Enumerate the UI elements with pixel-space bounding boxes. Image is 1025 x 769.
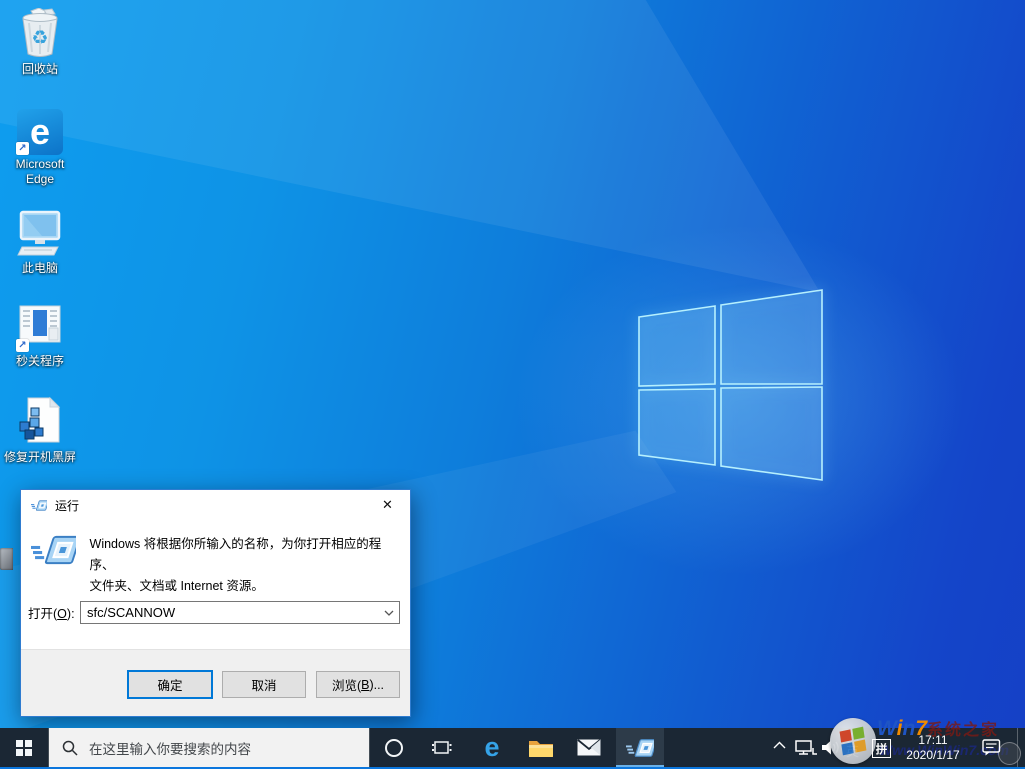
icon-label: Microsoft Edge [15,157,65,186]
search-icon [62,740,78,756]
desktop-icon-this-pc[interactable]: 此电脑 [4,207,76,276]
speaker-icon [822,740,839,755]
icon-label: 秒关程序 [15,354,64,368]
fix-file-icon [19,396,61,443]
close-icon[interactable]: ✕ [365,490,410,519]
file-explorer-button[interactable] [517,728,565,767]
network-tray-button[interactable] [795,740,817,756]
run-command-combobox[interactable]: sfc/SCANNOW [80,601,400,624]
icon-label: 修复开机黑屏 [4,450,77,464]
desktop-icon-app-shortcut[interactable]: ↗ 秒关程序 [4,300,76,369]
run-dialog-description: Windows 将根据你所输入的名称，为你打开相应的程序、 文件夹、文档或 In… [89,537,382,593]
cortana-icon [385,738,403,757]
run-dialog-body: Windows 将根据你所输入的名称，为你打开相应的程序、 文件夹、文档或 In… [21,520,410,650]
taskbar: 在这里输入你要搜索的内容 e 英 拼 17:11 2020/1/17 Win7系… [0,717,1025,767]
shortcut-arrow-icon: ↗ [16,142,29,155]
language-indicator[interactable]: 英 [846,741,859,760]
icon-label: 回收站 [21,62,58,76]
run-dialog-titlebar[interactable]: 运行 ✕ [21,490,410,520]
volume-tray-button[interactable] [822,740,840,755]
windows-logo-wallpaper [638,289,823,481]
task-view-icon [432,740,452,754]
run-icon [31,499,47,511]
chevron-up-icon [773,741,786,749]
dialog-title: 运行 [55,498,80,513]
partial-desktop-icon[interactable] [0,548,13,570]
open-label: 打开(O): [28,607,75,621]
run-command-value: sfc/SCANNOW [87,605,176,620]
taskbar-search-input[interactable]: 在这里输入你要搜索的内容 [48,728,370,767]
start-button[interactable] [0,728,48,767]
ok-button[interactable]: 确定 [127,670,213,699]
clock[interactable]: 17:11 2020/1/17 [896,733,970,762]
start-icon [16,739,32,756]
run-dialog-window: 运行 ✕ Windows 将根据你所输入的名称，为你打开相应的程序、 文件夹、文… [20,489,411,717]
action-center-button[interactable] [982,739,1001,756]
browse-button[interactable]: 浏览(B)... [316,671,400,698]
clock-time: 17:11 [918,733,948,747]
chevron-down-icon[interactable] [383,609,395,617]
desktop-icon-recycle-bin[interactable]: ♻ 回收站 [4,8,76,77]
run-icon [626,738,654,757]
shortcut-arrow-icon: ↗ [16,339,29,352]
search-placeholder: 在这里输入你要搜索的内容 [89,741,251,757]
run-taskbar-button[interactable] [616,728,664,767]
show-desktop-button[interactable] [1017,728,1025,767]
edge-icon: e [484,732,500,762]
task-view-button[interactable] [418,728,466,767]
svg-text:♻: ♻ [31,27,48,49]
this-pc-icon [17,210,61,256]
edge-taskbar-button[interactable]: e [468,728,516,767]
tray-expand-button[interactable] [773,741,786,749]
recycle-bin-icon: ♻ [22,8,58,57]
cancel-button[interactable]: 取消 [222,671,306,698]
folder-icon [529,740,553,757]
ime-indicator[interactable]: 拼 [872,739,891,758]
desktop-icon-fix-file[interactable]: 修复开机黑屏 [4,396,76,465]
cortana-button[interactable] [370,728,418,767]
icon-label: 此电脑 [21,261,58,275]
mail-icon [577,739,601,756]
mail-button[interactable] [565,728,613,767]
run-dialog-button-strip: 确定 取消 浏览(B)... [21,649,410,716]
network-icon [795,740,817,755]
clock-date: 2020/1/17 [906,747,960,762]
action-center-icon [982,739,1001,756]
desktop-icon-microsoft-edge[interactable]: e ↗ Microsoft Edge [4,103,76,187]
run-icon [31,535,76,565]
